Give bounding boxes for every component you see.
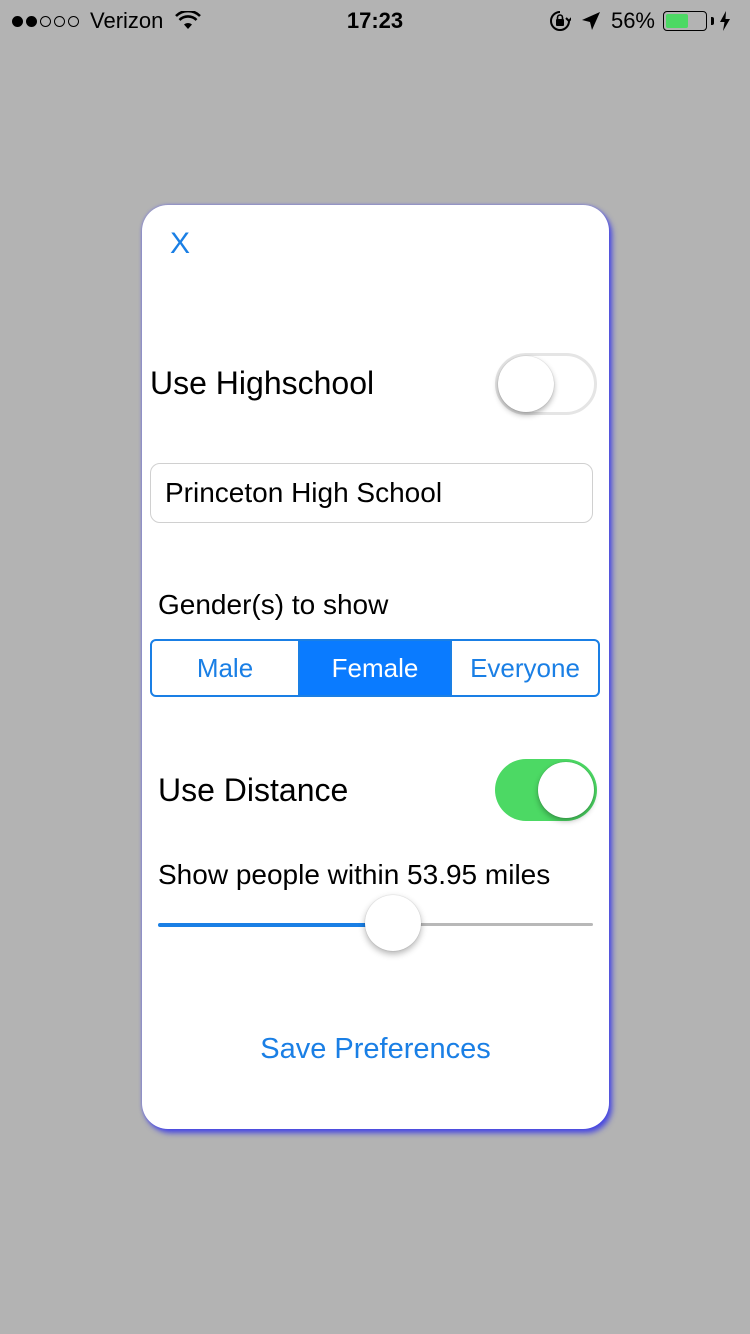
charging-bolt-icon — [720, 11, 730, 31]
gender-option-female[interactable]: Female — [300, 641, 452, 695]
distance-slider[interactable] — [158, 895, 593, 951]
status-bar: Verizon 17:23 56% — [0, 0, 750, 40]
battery-fill — [666, 14, 689, 28]
distance-value-label: Show people within 53.95 miles — [158, 859, 551, 890]
gender-option-male[interactable]: Male — [152, 641, 300, 695]
battery-tip — [711, 17, 714, 25]
battery-percent: 56% — [610, 8, 655, 33]
gender-option-everyone[interactable]: Everyone — [452, 641, 598, 695]
slider-thumb[interactable] — [364, 895, 421, 951]
battery-icon — [663, 11, 707, 31]
slider-track-filled — [158, 923, 393, 927]
gender-segmented-control: Male Female Everyone — [150, 639, 600, 697]
close-button[interactable]: X — [170, 227, 190, 261]
use-highschool-label: Use Highschool — [150, 365, 375, 401]
slider-track-empty — [392, 923, 593, 926]
preferences-modal: X Use Highschool Princeton High School G… — [142, 205, 609, 1129]
use-distance-toggle[interactable] — [495, 759, 597, 821]
status-right: 56% — [549, 8, 740, 34]
use-distance-label: Use Distance — [158, 772, 349, 808]
toggle-knob — [498, 356, 554, 412]
save-preferences-button[interactable]: Save Preferences — [142, 1033, 609, 1066]
gender-label: Gender(s) to show — [158, 589, 389, 620]
highschool-field[interactable]: Princeton High School — [150, 463, 593, 523]
location-arrow-icon — [581, 12, 600, 30]
toggle-knob — [538, 762, 594, 818]
rotation-lock-icon — [549, 11, 571, 31]
use-highschool-toggle[interactable] — [495, 353, 597, 415]
